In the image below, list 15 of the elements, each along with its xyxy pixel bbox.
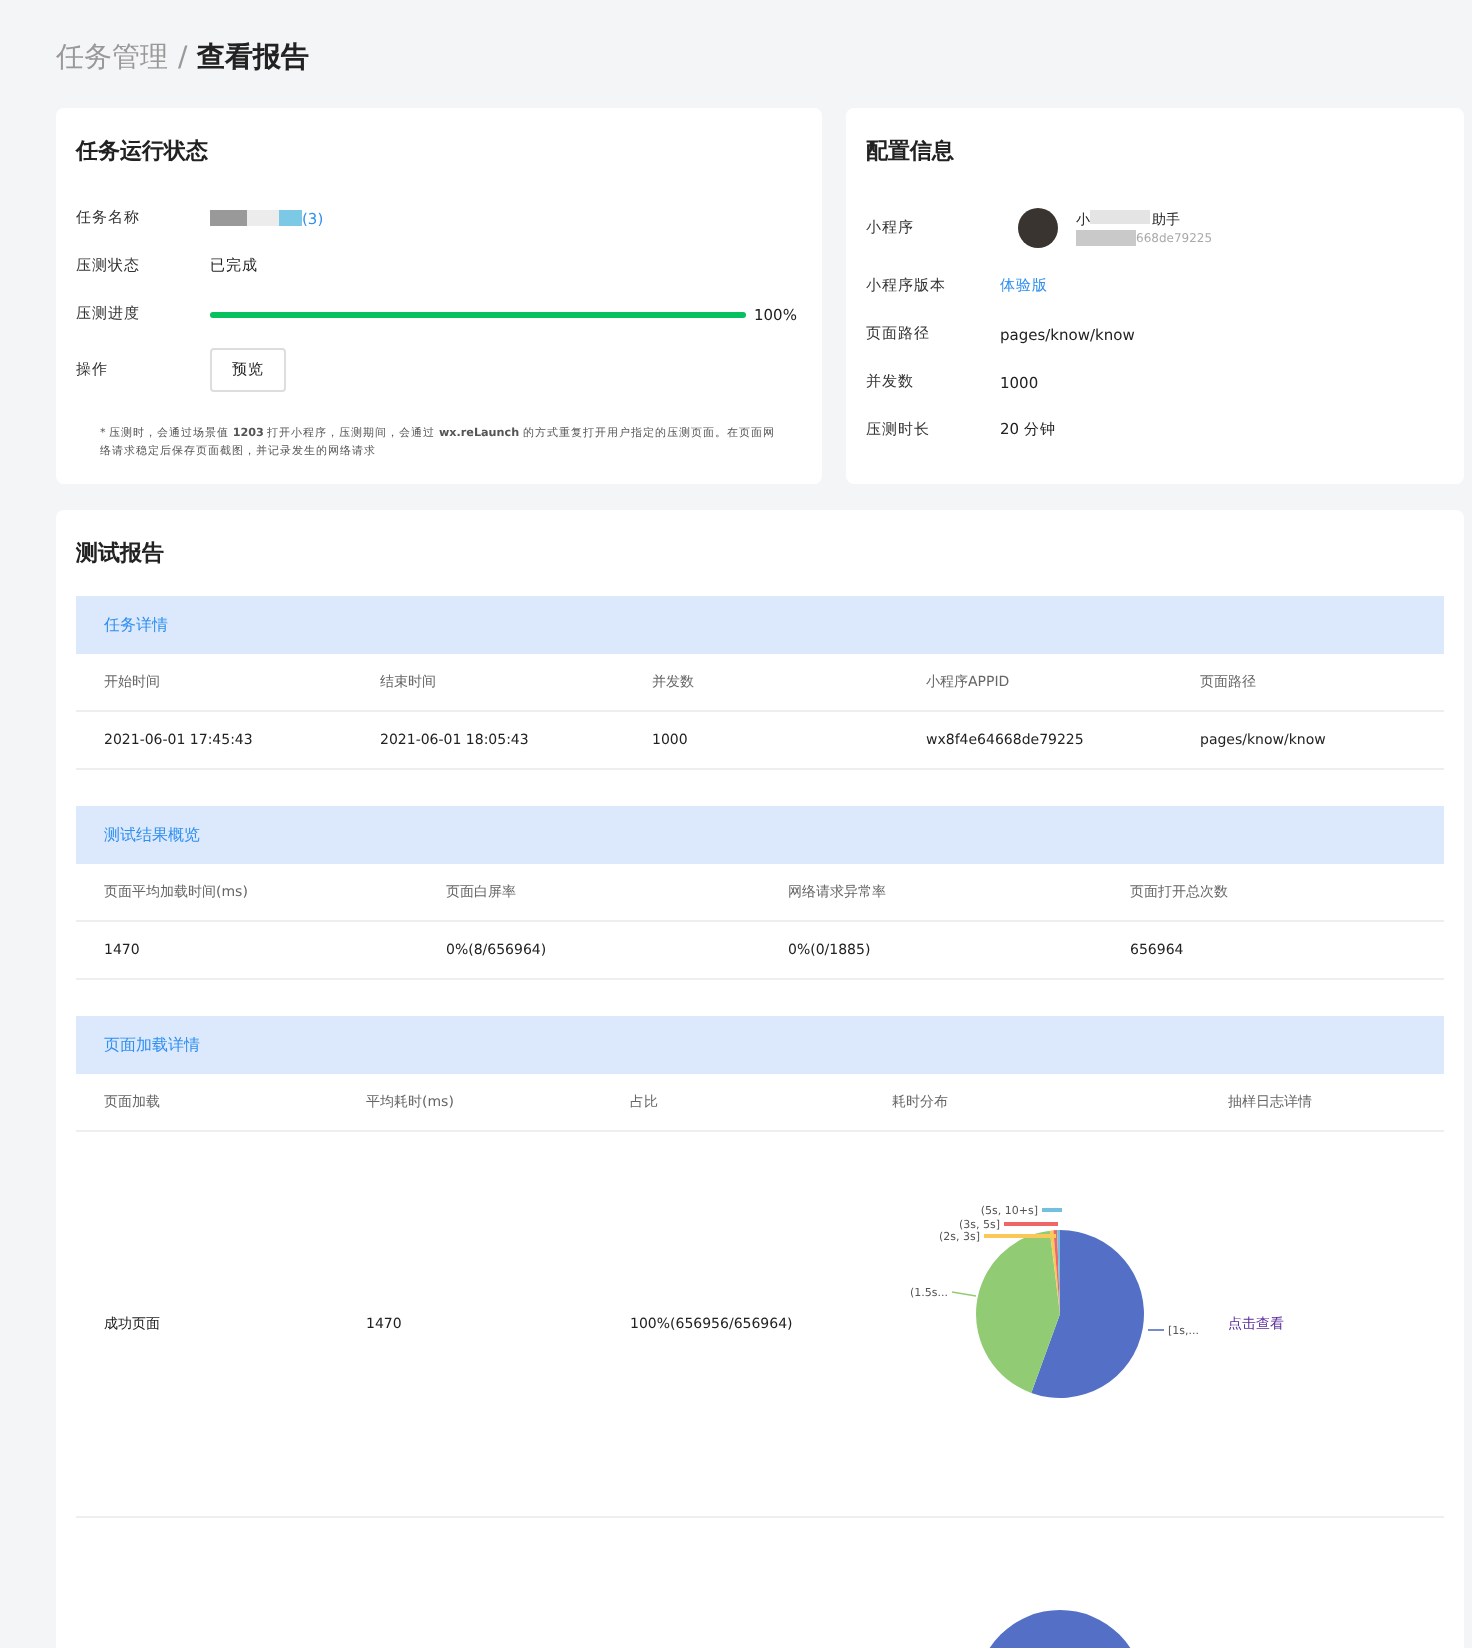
- section-header: 页面加载详情: [76, 1016, 1444, 1075]
- blurred-text: [210, 210, 302, 226]
- blurred-text: [1090, 210, 1150, 224]
- leader-line: [951, 1291, 977, 1298]
- card-title: 任务运行状态: [76, 136, 210, 166]
- section-header: 测试结果概览: [76, 806, 1444, 865]
- blurred-text: [1076, 230, 1136, 246]
- leader-line: [1147, 1329, 1165, 1332]
- card-title: 配置信息: [866, 136, 956, 166]
- breadcrumb-link[interactable]: 任务管理: [56, 40, 168, 76]
- breadcrumb-separator: /: [178, 42, 188, 74]
- page-title: 查看报告: [197, 40, 310, 76]
- section-header: 任务详情: [76, 596, 1444, 655]
- card-title: 测试报告: [76, 538, 166, 569]
- avatar-circle: [1018, 208, 1058, 248]
